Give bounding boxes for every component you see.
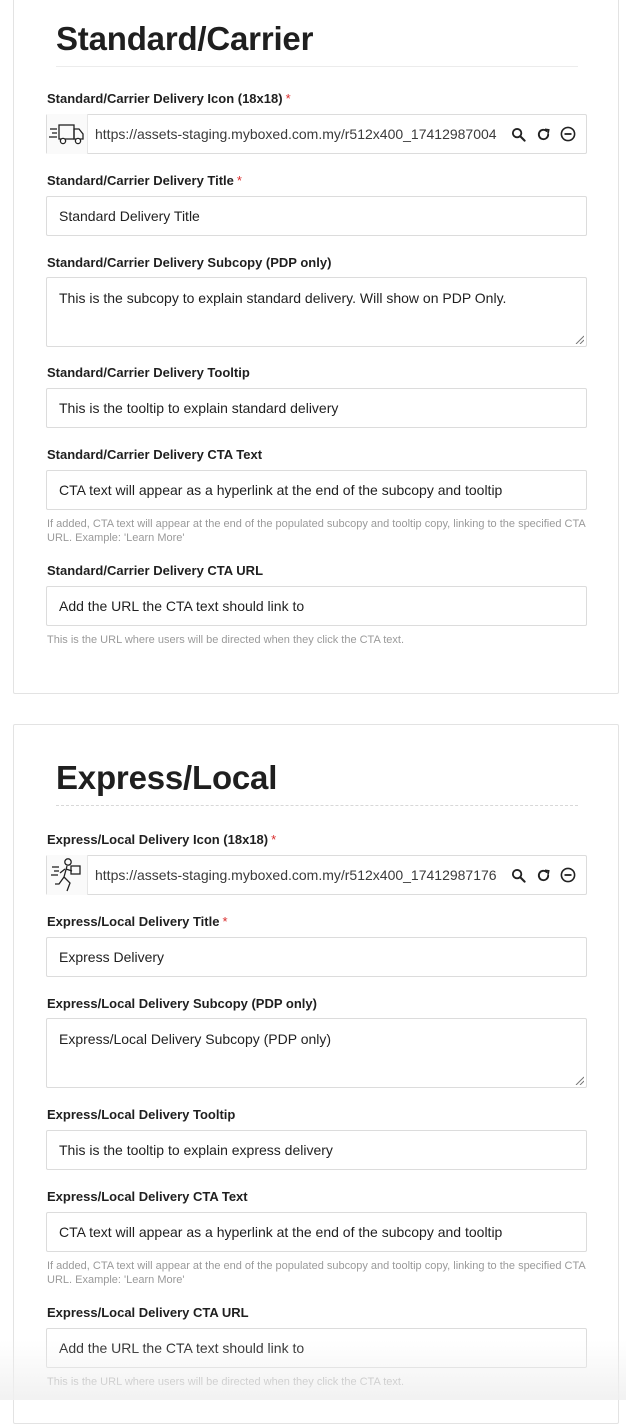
standard-subcopy-textarea[interactable]: This is the subcopy to explain standard … <box>46 277 587 347</box>
standard-icon-url[interactable]: https://assets-staging.myboxed.com.my/r5… <box>95 126 504 142</box>
express-tooltip-input[interactable]: This is the tooltip to explain express d… <box>46 1130 587 1170</box>
express-tooltip-label: Express/Local Delivery Tooltip <box>47 1107 236 1122</box>
express-cta-url-label: Express/Local Delivery CTA URL <box>47 1305 249 1320</box>
express-cta-url-help: This is the URL where users will be dire… <box>47 1376 405 1388</box>
required-marker: * <box>285 91 291 106</box>
courier-running-icon <box>47 855 88 895</box>
remove-icon[interactable] <box>560 867 576 883</box>
express-icon-url[interactable]: https://assets-staging.myboxed.com.my/r5… <box>95 867 504 883</box>
section-title-standard: Standard/Carrier <box>56 19 578 67</box>
standard-tooltip-label: Standard/Carrier Delivery Tooltip <box>47 365 250 380</box>
resize-handle-icon[interactable] <box>574 1075 584 1085</box>
resize-handle-icon[interactable] <box>574 334 584 344</box>
refresh-icon[interactable] <box>535 126 551 142</box>
express-cta-text-label: Express/Local Delivery CTA Text <box>47 1189 248 1204</box>
standard-icon-field[interactable]: https://assets-staging.myboxed.com.my/r5… <box>46 114 587 154</box>
express-cta-url-input[interactable]: Add the URL the CTA text should link to <box>46 1328 587 1368</box>
standard-cta-text-label: Standard/Carrier Delivery CTA Text <box>47 447 263 462</box>
section-title-express: Express/Local <box>56 758 578 806</box>
delivery-truck-icon <box>47 114 88 154</box>
express-icon-field[interactable]: https://assets-staging.myboxed.com.my/r5… <box>46 855 587 895</box>
standard-subcopy-label: Standard/Carrier Delivery Subcopy (PDP o… <box>47 255 332 270</box>
standard-cta-url-label: Standard/Carrier Delivery CTA URL <box>47 563 264 578</box>
express-cta-text-input[interactable]: CTA text will appear as a hyperlink at t… <box>46 1212 587 1252</box>
required-marker: * <box>222 914 228 929</box>
search-icon[interactable] <box>510 867 526 883</box>
required-marker: * <box>271 832 277 847</box>
remove-icon[interactable] <box>560 126 576 142</box>
standard-cta-url-input[interactable]: Add the URL the CTA text should link to <box>46 586 587 626</box>
standard-carrier-panel: Standard/Carrier Standard/Carrier Delive… <box>13 0 619 694</box>
express-icon-label: Express/Local Delivery Icon (18x18) * <box>47 832 277 847</box>
express-cta-text-help: If added, CTA text will appear at the en… <box>47 1260 586 1286</box>
required-marker: * <box>236 173 242 188</box>
standard-tooltip-input[interactable]: This is the tooltip to explain standard … <box>46 388 587 428</box>
standard-icon-label: Standard/Carrier Delivery Icon (18x18) * <box>47 91 291 106</box>
express-subcopy-label: Express/Local Delivery Subcopy (PDP only… <box>47 996 317 1011</box>
express-subcopy-value: Express/Local Delivery Subcopy (PDP only… <box>59 1031 332 1047</box>
standard-title-input[interactable]: Standard Delivery Title <box>46 196 587 236</box>
standard-cta-text-help: If added, CTA text will appear at the en… <box>47 518 586 544</box>
express-subcopy-textarea[interactable]: Express/Local Delivery Subcopy (PDP only… <box>46 1018 587 1088</box>
standard-cta-text-input[interactable]: CTA text will appear as a hyperlink at t… <box>46 470 587 510</box>
express-title-input[interactable]: Express Delivery <box>46 937 587 977</box>
refresh-icon[interactable] <box>535 867 551 883</box>
standard-cta-url-help: This is the URL where users will be dire… <box>47 634 405 646</box>
standard-subcopy-value: This is the subcopy to explain standard … <box>59 290 507 306</box>
express-title-label: Express/Local Delivery Title * <box>47 914 228 929</box>
express-local-panel: Express/Local Express/Local Delivery Ico… <box>13 724 619 1424</box>
standard-title-label: Standard/Carrier Delivery Title * <box>47 173 242 188</box>
search-icon[interactable] <box>510 126 526 142</box>
